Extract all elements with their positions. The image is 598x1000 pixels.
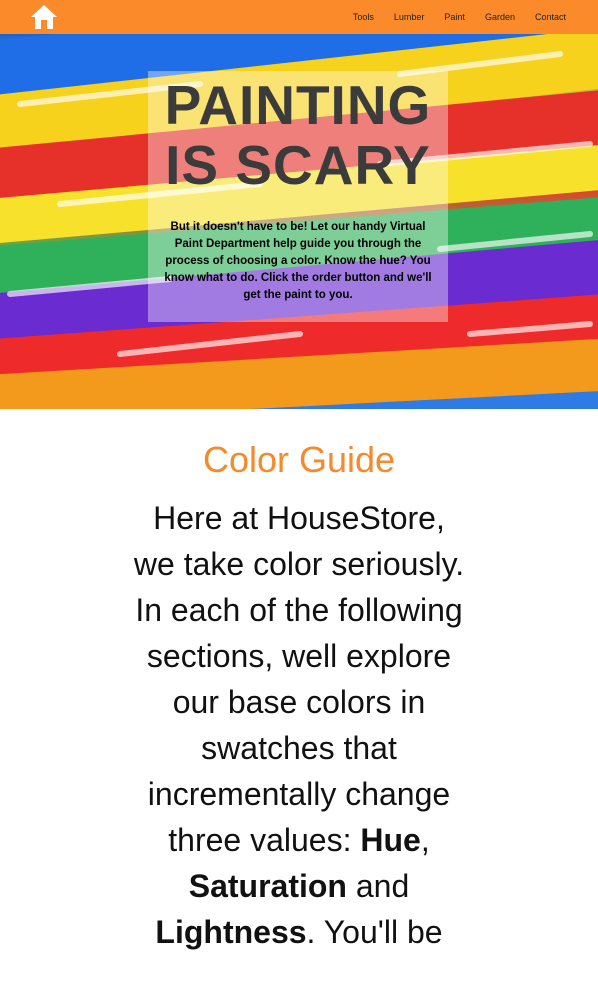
section-title: Color Guide xyxy=(202,439,396,480)
nav-lumber[interactable]: Lumber xyxy=(394,12,425,22)
main-menu: Tools Lumber Paint Garden Contact xyxy=(353,0,566,34)
section-intro: Here at HouseStore, we take color seriou… xyxy=(129,495,469,955)
intro-text: Here at HouseStore, we take color seriou… xyxy=(133,500,465,858)
lightness-term: Lightness xyxy=(155,914,307,950)
intro-after: . You'll be xyxy=(306,914,443,950)
intro-comma: , xyxy=(420,822,430,858)
nav-garden[interactable]: Garden xyxy=(485,12,515,22)
nav-contact[interactable]: Contact xyxy=(535,12,566,22)
nav-paint[interactable]: Paint xyxy=(444,12,465,22)
nav-tools[interactable]: Tools xyxy=(353,12,374,22)
hero-overlay-box: PAINTING IS SCARY But it doesn't have to… xyxy=(148,71,448,322)
hue-term: Hue xyxy=(360,822,421,858)
saturation-term: Saturation xyxy=(188,868,347,904)
top-nav: Tools Lumber Paint Garden Contact xyxy=(0,0,598,34)
intro-and: and xyxy=(346,868,410,904)
hero-title: PAINTING IS SCARY xyxy=(164,74,432,196)
hero-description: But it doesn't have to be! Let our handy… xyxy=(164,221,432,301)
home-icon[interactable] xyxy=(30,4,58,30)
hero-banner: PAINTING IS SCARY But it doesn't have to… xyxy=(0,34,598,409)
